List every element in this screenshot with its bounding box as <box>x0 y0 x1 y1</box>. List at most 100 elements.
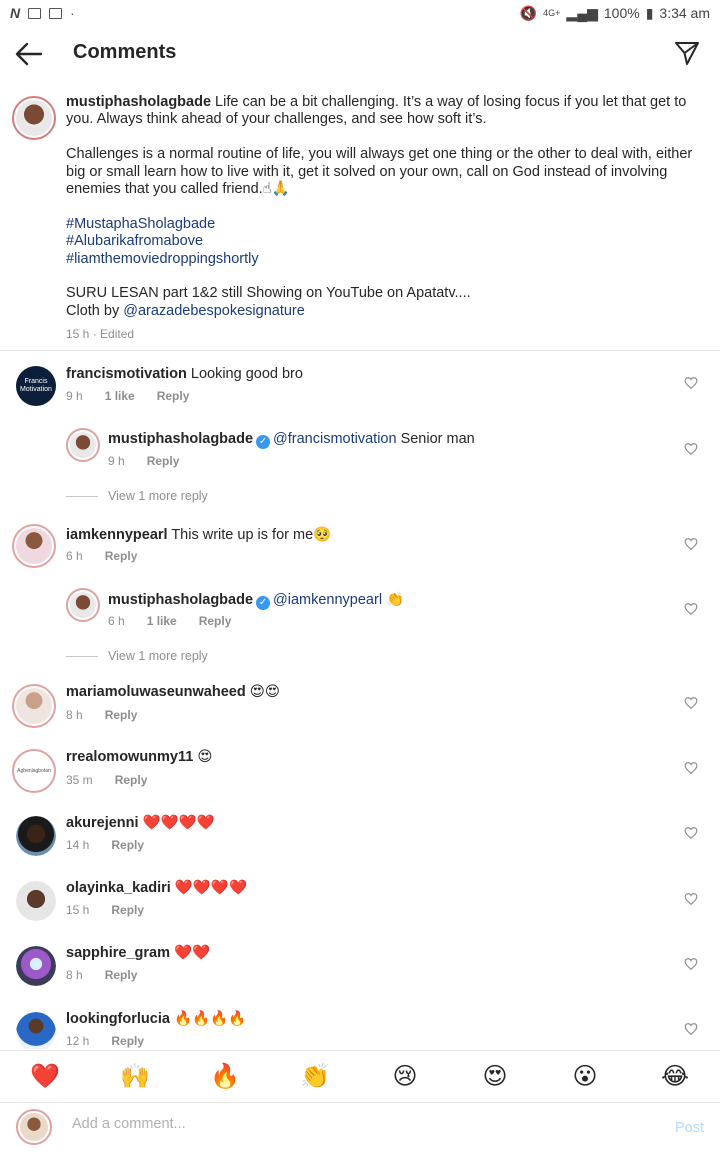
list-item: Francis Motivation francismotivation Loo… <box>0 364 720 424</box>
view-more-replies[interactable]: View 1 more reply <box>66 649 208 663</box>
heart-icon[interactable] <box>684 826 698 840</box>
comment-username[interactable]: iamkennypearl <box>66 527 168 543</box>
page-title: Comments <box>73 41 177 63</box>
back-arrow-icon[interactable] <box>14 40 44 68</box>
notification-app-icon: N <box>10 5 21 21</box>
quick-reactions-bar: ❤️ 🙌 🔥 👏 😢 😍 😮 😂 <box>0 1050 720 1102</box>
avatar[interactable] <box>16 1012 56 1049</box>
reply-button[interactable]: Reply <box>147 454 180 468</box>
likes-count[interactable]: 1 like <box>147 614 177 628</box>
heart-icon[interactable] <box>684 1022 698 1036</box>
laughing-emoji-button[interactable]: 😂 <box>645 1062 705 1091</box>
network-type: 4G+ <box>543 8 561 18</box>
heart-icon[interactable] <box>684 761 698 775</box>
comment-text: 👏 <box>382 592 405 608</box>
reply-button[interactable]: Reply <box>199 614 232 628</box>
comment-text: Looking good bro <box>186 366 303 382</box>
raising-hands-emoji-button[interactable]: 🙌 <box>105 1062 165 1091</box>
comment-username[interactable]: mariamoluwaseunwaheed <box>66 684 246 700</box>
hashtag-link[interactable]: #liamthemoviedroppingshortly <box>66 251 259 267</box>
reply-button[interactable]: Reply <box>105 708 138 722</box>
heart-icon[interactable] <box>684 892 698 906</box>
mention-link[interactable]: @francismotivation <box>273 431 397 447</box>
comment-text: ❤️❤️❤️❤️ <box>138 815 215 831</box>
view-more-label: View 1 more reply <box>108 489 208 503</box>
comment-time: 14 h <box>66 838 90 852</box>
heart-icon[interactable] <box>684 696 698 710</box>
avatar-label: Agbeniagbotan <box>17 768 51 774</box>
list-item: lookingforlucia 🔥🔥🔥🔥 12 h Reply <box>0 1009 720 1049</box>
clock: 3:34 am <box>659 5 710 21</box>
heart-icon[interactable] <box>684 376 698 390</box>
heart-eyes-emoji-button[interactable]: 😍 <box>465 1062 525 1091</box>
comment-time: 9 h <box>108 454 125 468</box>
caption-text: SURU LESAN part 1&2 still Showing on You… <box>66 285 471 302</box>
comment-text: ❤️❤️❤️❤️ <box>170 880 248 896</box>
comment-text: 🔥🔥🔥🔥 <box>169 1011 247 1027</box>
heart-icon[interactable] <box>684 537 698 551</box>
mention-link[interactable]: @iamkennypearl <box>273 592 382 608</box>
caption-username[interactable]: mustiphasholagbade <box>66 94 211 110</box>
divider <box>66 495 98 497</box>
likes-count[interactable]: 1 like <box>105 389 135 403</box>
reply-button[interactable]: Reply <box>111 903 144 917</box>
red-heart-emoji-button[interactable]: ❤️ <box>15 1062 75 1091</box>
avatar[interactable] <box>66 588 100 622</box>
view-more-label: View 1 more reply <box>108 649 208 663</box>
list-item: olayinka_kadiri ❤️❤️❤️❤️ 15 h Reply <box>0 879 720 939</box>
reply-button[interactable]: Reply <box>105 549 138 563</box>
comment-text: 😍😍 <box>245 684 280 700</box>
avatar[interactable] <box>12 684 56 728</box>
send-direct-icon[interactable] <box>674 40 700 66</box>
comment-composer: Post <box>0 1102 720 1152</box>
list-item: sapphire_gram ❤️❤️ 8 h Reply <box>0 944 720 1004</box>
reply-button[interactable]: Reply <box>105 968 138 982</box>
reply-button[interactable]: Reply <box>111 838 144 852</box>
list-item: mustiphasholagbade ✓ @francismotivation Se… <box>0 428 720 488</box>
avatar[interactable] <box>66 428 100 462</box>
comment-time: 6 h <box>108 614 125 628</box>
avatar[interactable] <box>16 881 56 921</box>
divider <box>0 350 720 351</box>
view-more-replies[interactable]: View 1 more reply <box>66 489 208 503</box>
comment-username[interactable]: francismotivation <box>66 366 187 382</box>
list-item: mustiphasholagbade ✓ @iamkennypearl 👏 6 h … <box>0 588 720 648</box>
verified-badge-icon: ✓ <box>256 435 271 449</box>
comment-username[interactable]: lookingforlucia <box>66 1011 170 1027</box>
battery-icon: ▮ <box>645 4 654 21</box>
hashtag-link[interactable]: #Alubarikafromabove <box>66 233 203 249</box>
crying-emoji-button[interactable]: 😢 <box>375 1062 435 1091</box>
comment-username[interactable]: mustiphasholagbade <box>108 592 253 608</box>
reply-button[interactable]: Reply <box>111 1034 144 1048</box>
comment-username[interactable]: akurejenni <box>66 815 139 831</box>
fire-emoji-button[interactable]: 🔥 <box>195 1062 255 1091</box>
reply-button[interactable]: Reply <box>115 773 148 787</box>
avatar[interactable]: Francis Motivation <box>16 366 56 406</box>
heart-icon[interactable] <box>684 602 698 616</box>
caption-meta: 15 h · Edited <box>66 326 135 341</box>
surprised-emoji-button[interactable]: 😮 <box>555 1062 615 1091</box>
heart-icon[interactable] <box>684 957 698 971</box>
avatar[interactable] <box>16 816 56 856</box>
comment-username[interactable]: mustiphasholagbade <box>108 431 253 447</box>
reply-button[interactable]: Reply <box>157 389 190 403</box>
comment-username[interactable]: rrealomowunmy11 <box>66 749 193 765</box>
battery-level: 100% <box>603 5 640 21</box>
comment-username[interactable]: sapphire_gram <box>66 945 170 961</box>
comment-input[interactable] <box>72 1116 632 1132</box>
avatar[interactable]: Agbeniagbotan <box>12 749 56 793</box>
comment-time: 8 h <box>66 968 83 982</box>
avatar[interactable] <box>12 96 56 140</box>
clapping-emoji-button[interactable]: 👏 <box>285 1062 345 1091</box>
list-item: akurejenni ❤️❤️❤️❤️ 14 h Reply <box>0 814 720 874</box>
hashtag-link[interactable]: #MustaphaSholagbade <box>66 216 215 232</box>
mute-icon: 🔇 <box>519 4 538 21</box>
heart-icon[interactable] <box>684 442 698 456</box>
status-bar: N · 🔇 4G+ ▂▄▆ 100% ▮ 3:34 am <box>0 0 720 26</box>
comment-username[interactable]: olayinka_kadiri <box>66 880 171 896</box>
mention-link[interactable]: @arazadebespokesignature <box>123 303 305 319</box>
avatar[interactable] <box>16 946 56 986</box>
post-button[interactable]: Post <box>675 1120 704 1136</box>
avatar[interactable] <box>12 524 56 568</box>
comment-time: 8 h <box>66 708 83 722</box>
